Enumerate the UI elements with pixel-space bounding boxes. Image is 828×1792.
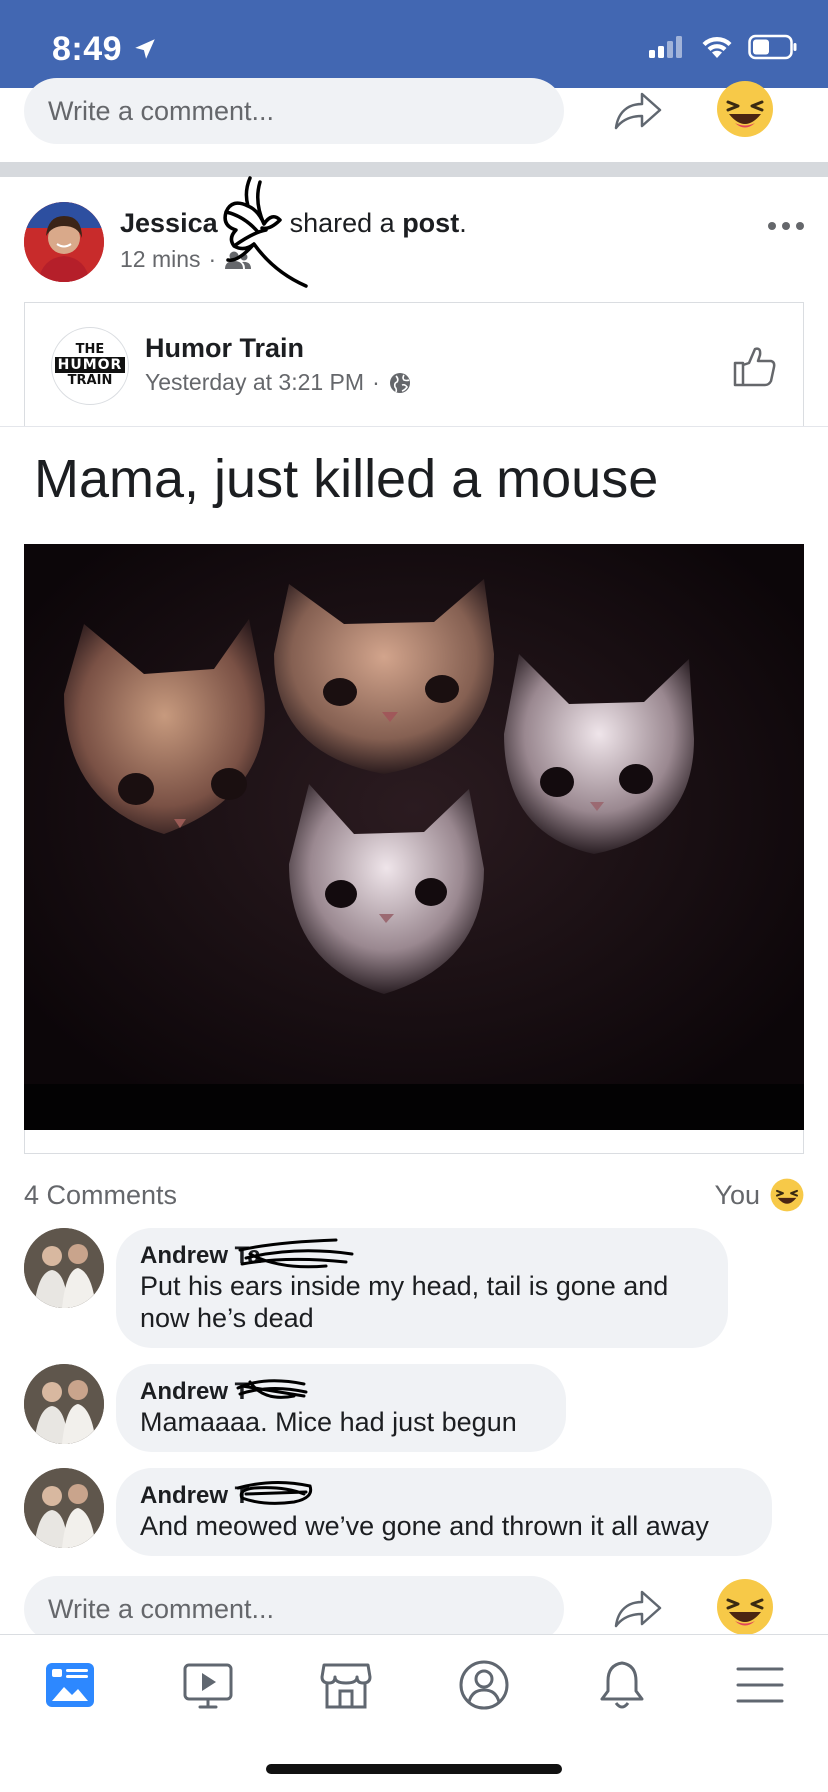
- haha-reaction-icon[interactable]: [716, 80, 774, 138]
- post-text: Mama, just killed a mouse: [34, 449, 659, 509]
- menu-icon[interactable]: [732, 1657, 788, 1713]
- comment-bubble[interactable]: Andrew Ta Put his ears inside my head, t…: [116, 1228, 728, 1348]
- location-arrow-icon: [135, 39, 155, 59]
- reaction-summary[interactable]: You: [714, 1178, 804, 1212]
- shared-post-meta: Yesterday at 3:21 PM ·: [145, 369, 412, 396]
- like-page-icon[interactable]: [731, 343, 777, 389]
- logo-line-3: TRAIN: [67, 373, 113, 388]
- feed-separator: [0, 162, 828, 177]
- comment-text-line: Put his ears inside my head, tail is gon…: [140, 1271, 669, 1301]
- shared-post-time[interactable]: Yesterday at 3:21 PM: [145, 369, 364, 396]
- status-indicators: [648, 34, 798, 60]
- comment-input[interactable]: Write a comment...: [24, 1576, 564, 1642]
- comment-avatar[interactable]: [24, 1228, 104, 1308]
- commenter-name[interactable]: Andrew T: [140, 1378, 542, 1406]
- watch-icon[interactable]: [180, 1657, 236, 1713]
- commenter-name[interactable]: Andrew T: [140, 1482, 748, 1510]
- photo-frame-footer: [24, 1130, 804, 1154]
- wifi-icon: [702, 36, 732, 58]
- comment-composer-top: Write a comment...: [0, 70, 828, 152]
- post-author-line: Jessica shared a post.: [120, 208, 467, 239]
- comments-count[interactable]: 4 Comments: [24, 1180, 177, 1211]
- cats-image: [24, 544, 804, 1130]
- share-icon[interactable]: [610, 1582, 664, 1636]
- page-logo[interactable]: THE HUMOR TRAIN: [51, 327, 129, 405]
- comment-bubble[interactable]: Andrew T And meowed we’ve gone and throw…: [116, 1468, 772, 1556]
- haha-reaction-icon: [770, 1178, 804, 1212]
- shared-text: shared a: [289, 208, 403, 238]
- logo-line-2: HUMOR: [54, 357, 126, 373]
- friends-icon: [225, 251, 252, 269]
- news-feed-icon[interactable]: [42, 1657, 98, 1713]
- card-divider: [0, 426, 828, 427]
- comment-bubble[interactable]: Andrew T Mamaaaa. Mice had just begun: [116, 1364, 566, 1452]
- reaction-summary-label: You: [714, 1179, 760, 1210]
- avatar[interactable]: [24, 202, 104, 282]
- meta-dot: ·: [208, 246, 217, 272]
- post-time[interactable]: 12 mins: [120, 246, 201, 273]
- status-time: 8:49: [52, 30, 123, 68]
- share-icon[interactable]: [610, 84, 664, 138]
- more-options-icon[interactable]: [766, 214, 806, 238]
- comment-text-line: Mamaaaa. Mice had just begun: [140, 1407, 517, 1437]
- globe-icon: [389, 372, 410, 393]
- comment-input[interactable]: Write a comment...: [24, 78, 564, 144]
- haha-reaction-icon[interactable]: [716, 1578, 774, 1636]
- author-name[interactable]: Jessica: [120, 208, 218, 238]
- page-name[interactable]: Humor Train: [145, 333, 304, 364]
- shared-page-card[interactable]: THE HUMOR TRAIN Humor Train Yesterday at…: [24, 302, 804, 426]
- post-meta: 12 mins ·: [120, 246, 252, 273]
- post-photo[interactable]: [24, 544, 804, 1130]
- marketplace-icon[interactable]: [318, 1657, 374, 1713]
- signal-icon: [649, 36, 682, 58]
- comment-text-line: now he’s dead: [140, 1303, 314, 1333]
- comment-avatar[interactable]: [24, 1364, 104, 1444]
- battery-icon: [748, 34, 797, 60]
- notifications-icon[interactable]: [594, 1657, 650, 1713]
- commenter-name[interactable]: Andrew Ta: [140, 1242, 704, 1270]
- comment-text-line: And meowed we’ve gone and thrown it all …: [140, 1511, 709, 1541]
- profile-icon[interactable]: [456, 1657, 512, 1713]
- meta-dot: ·: [372, 369, 380, 395]
- period: .: [459, 208, 467, 238]
- shared-object-link[interactable]: post: [402, 208, 459, 238]
- home-indicator[interactable]: [266, 1764, 562, 1774]
- logo-line-1: THE: [75, 342, 105, 357]
- comment-avatar[interactable]: [24, 1468, 104, 1548]
